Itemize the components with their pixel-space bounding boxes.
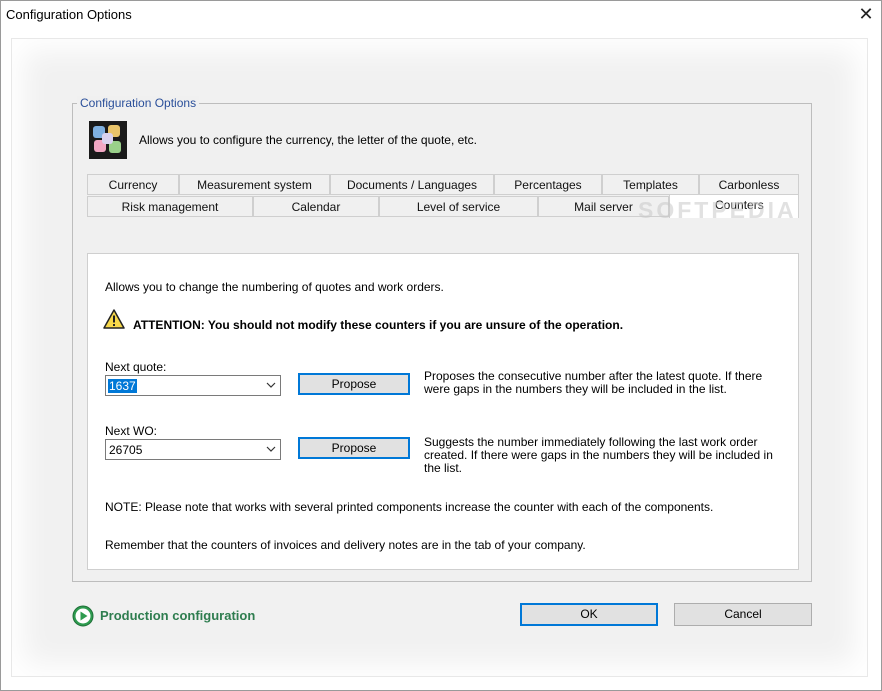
warning-icon xyxy=(103,309,125,329)
counters-intro: Allows you to change the numbering of qu… xyxy=(105,280,444,294)
close-icon[interactable]: ✕ xyxy=(851,1,881,29)
counters-remember: Remember that the counters of invoices a… xyxy=(105,538,586,552)
tab-percentages[interactable]: Percentages xyxy=(494,174,602,195)
counters-panel: Allows you to change the numbering of qu… xyxy=(87,253,799,570)
propose-quote-button[interactable]: Propose xyxy=(298,373,410,395)
counters-note: NOTE: Please note that works with severa… xyxy=(105,500,714,514)
tab-level-of-service[interactable]: Level of service xyxy=(379,196,538,217)
dialog-client-area: Configuration Options Allows you to conf… xyxy=(11,38,868,677)
propose-wo-button[interactable]: Propose xyxy=(298,437,410,459)
warning-text: ATTENTION: You should not modify these c… xyxy=(133,318,624,332)
configuration-group: Configuration Options Allows you to conf… xyxy=(72,96,812,582)
group-legend: Configuration Options xyxy=(77,96,200,110)
tab-risk-management[interactable]: Risk management xyxy=(87,196,253,217)
window-title: Configuration Options xyxy=(6,7,132,22)
tab-documents-languages[interactable]: Documents / Languages xyxy=(330,174,494,195)
next-quote-combo[interactable]: 1637 xyxy=(105,375,281,396)
tab-currency[interactable]: Currency xyxy=(87,174,179,195)
next-wo-label: Next WO: xyxy=(105,424,158,438)
ok-button[interactable]: OK xyxy=(520,603,658,626)
next-wo-description: Suggests the number immediately followin… xyxy=(424,435,773,475)
puzzle-icon xyxy=(89,121,127,159)
chevron-down-icon xyxy=(266,382,276,388)
tab-measurement-system[interactable]: Measurement system xyxy=(179,174,330,195)
next-wo-value: 26705 xyxy=(109,443,143,457)
group-description: Allows you to configure the currency, th… xyxy=(139,133,477,147)
next-quote-value: 1637 xyxy=(108,379,137,393)
next-quote-description: Proposes the consecutive number after th… xyxy=(424,369,763,396)
tab-carbonless[interactable]: Carbonless xyxy=(699,174,799,195)
tab-templates[interactable]: Templates xyxy=(602,174,699,195)
tab-calendar[interactable]: Calendar xyxy=(253,196,379,217)
next-quote-label: Next quote: xyxy=(105,360,167,374)
title-bar: Configuration Options ✕ xyxy=(1,1,881,29)
configuration-window: Configuration Options ✕ Configuration Op… xyxy=(0,0,882,691)
chevron-down-icon xyxy=(266,446,276,452)
watermark: SOFTPEDIA xyxy=(638,197,797,223)
play-circle-icon xyxy=(72,605,94,627)
cancel-button[interactable]: Cancel xyxy=(674,603,812,626)
production-configuration-label: Production configuration xyxy=(100,608,256,623)
next-wo-combo[interactable]: 26705 xyxy=(105,439,281,460)
